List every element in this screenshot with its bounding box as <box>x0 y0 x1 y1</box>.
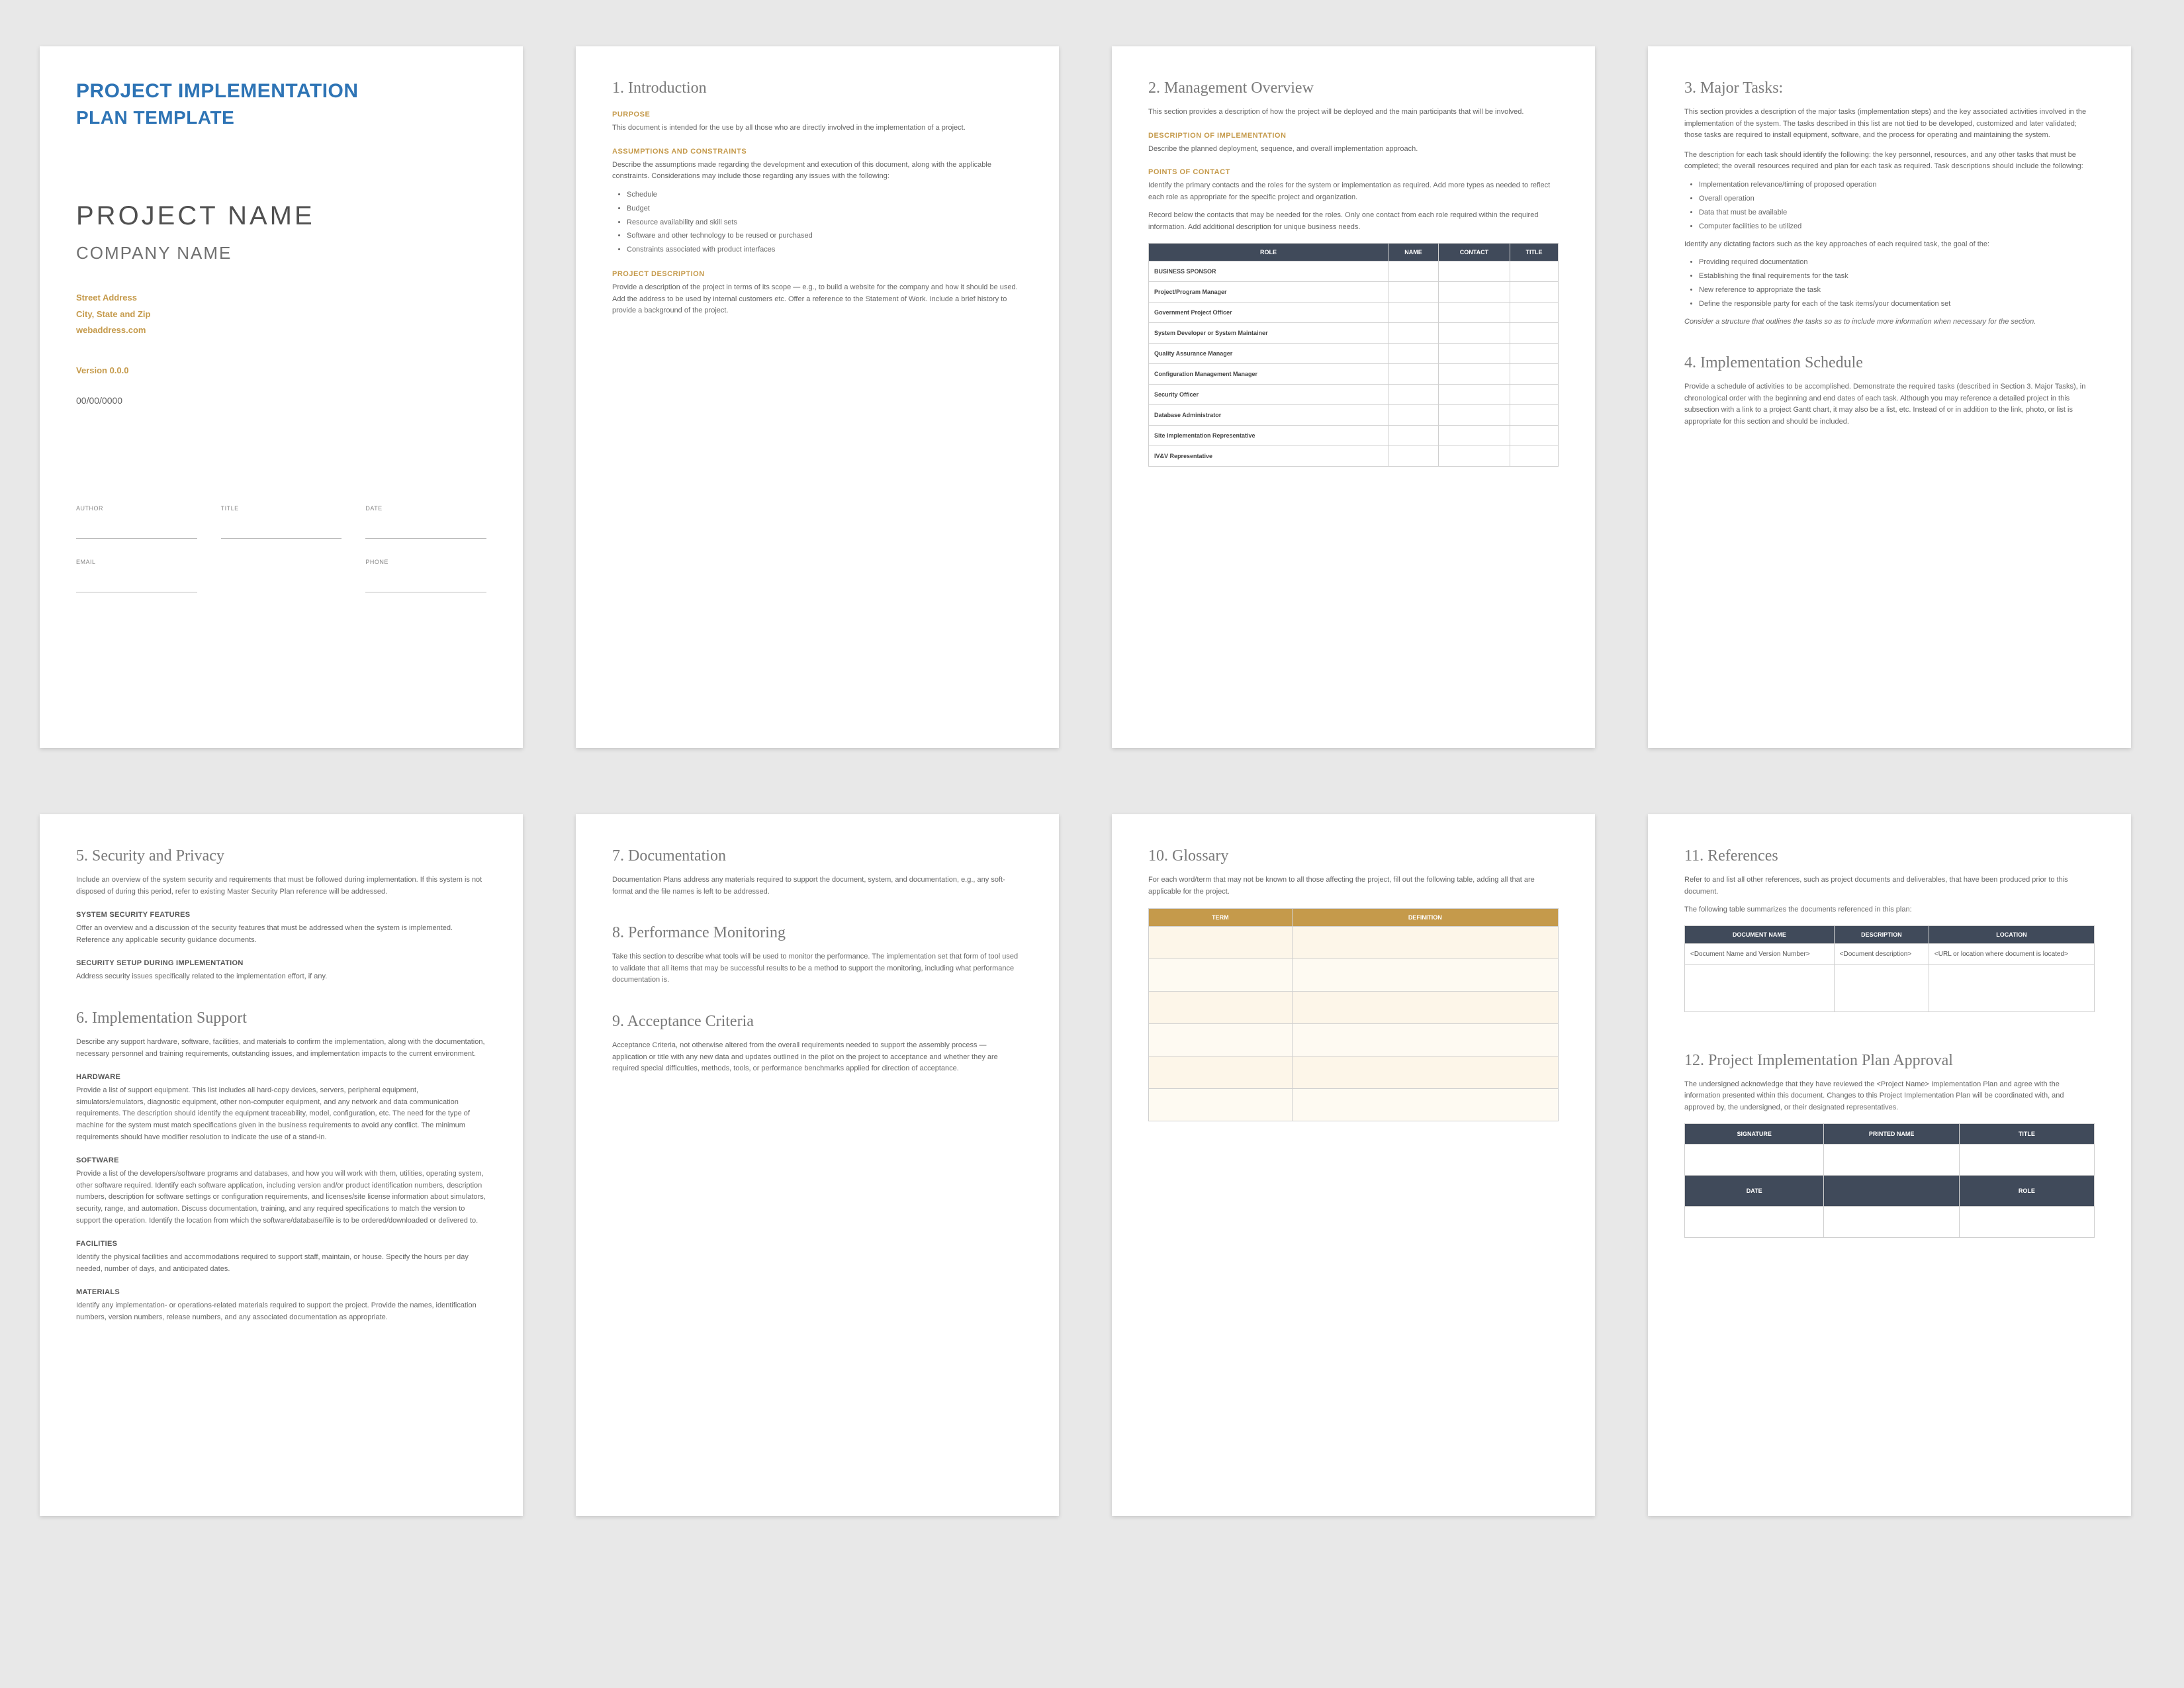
sec-during-text: Address security issues specifically rel… <box>76 971 486 983</box>
address-web: webaddress.com <box>76 322 486 339</box>
page-cover: PROJECT IMPLEMENTATION PLAN TEMPLATE PRO… <box>40 46 523 748</box>
section-6-heading: 6. Implementation Support <box>76 1009 486 1027</box>
page-security-support: 5. Security and Privacy Include an overv… <box>40 814 523 1516</box>
section-3-para2: The description for each task should ide… <box>1684 150 2095 173</box>
page-introduction: 1. Introduction PURPOSE This document is… <box>576 46 1059 748</box>
template-title-line1: PROJECT IMPLEMENTATION <box>76 79 486 103</box>
sig-author: AUTHOR <box>76 505 197 512</box>
impl-desc-heading: DESCRIPTION OF IMPLEMENTATION <box>1148 132 1559 140</box>
references-table: DOCUMENT NAME DESCRIPTION LOCATION <Docu… <box>1684 925 2095 1012</box>
section-8-body: Take this section to describe what tools… <box>612 951 1023 986</box>
facilities-heading: FACILITIES <box>76 1240 486 1248</box>
section-10-body: For each word/term that may not be known… <box>1148 874 1559 898</box>
section-10-heading: 10. Glossary <box>1148 847 1559 865</box>
section-3-list1: Implementation relevance/timing of propo… <box>1684 178 2095 234</box>
hardware-text: Provide a list of support equipment. Thi… <box>76 1085 486 1143</box>
materials-text: Identify any implementation- or operatio… <box>76 1300 486 1323</box>
section-3-end: Consider a structure that outlines the t… <box>1684 316 2095 328</box>
section-7-body: Documentation Plans address any material… <box>612 874 1023 898</box>
project-desc-text: Provide a description of the project in … <box>612 282 1023 317</box>
version-label: Version 0.0.0 <box>76 365 486 375</box>
assumptions-heading: ASSUMPTIONS AND CONSTRAINTS <box>612 148 1023 156</box>
glossary-table: TERM DEFINITION <box>1148 908 1559 1121</box>
section-7-heading: 7. Documentation <box>612 847 1023 865</box>
section-2-intro: This section provides a description of h… <box>1148 107 1559 118</box>
page-references-approval: 11. References Refer to and list all oth… <box>1648 814 2131 1516</box>
sig-date: DATE <box>365 505 486 512</box>
page-management-overview: 2. Management Overview This section prov… <box>1112 46 1595 748</box>
software-text: Provide a list of the developers/softwar… <box>76 1168 486 1227</box>
section-12-body: The undersigned acknowledge that they ha… <box>1684 1079 2095 1114</box>
poc-heading: POINTS OF CONTACT <box>1148 168 1559 176</box>
page-major-tasks: 3. Major Tasks: This section provides a … <box>1648 46 2131 748</box>
assumptions-list: Schedule Budget Resource availability an… <box>612 188 1023 257</box>
sig-title: TITLE <box>221 505 342 512</box>
section-9-body: Acceptance Criteria, not otherwise alter… <box>612 1040 1023 1075</box>
section-3-heading: 3. Major Tasks: <box>1684 79 2095 97</box>
page-glossary: 10. Glossary For each word/term that may… <box>1112 814 1595 1516</box>
purpose-heading: PURPOSE <box>612 111 1023 118</box>
address-block: Street Address City, State and Zip webad… <box>76 290 486 339</box>
materials-heading: MATERIALS <box>76 1288 486 1296</box>
section-11-body2: The following table summarizes the docum… <box>1684 904 2095 916</box>
section-12-heading: 12. Project Implementation Plan Approval <box>1684 1052 2095 1070</box>
template-title-line2: PLAN TEMPLATE <box>76 107 486 128</box>
section-8-heading: 8. Performance Monitoring <box>612 924 1023 942</box>
section-4-heading: 4. Implementation Schedule <box>1684 354 2095 372</box>
section-5-intro: Include an overview of the system securi… <box>76 874 486 898</box>
section-1-heading: 1. Introduction <box>612 79 1023 97</box>
section-9-heading: 9. Acceptance Criteria <box>612 1013 1023 1031</box>
assumptions-text: Describe the assumptions made regarding … <box>612 160 1023 183</box>
signature-row-1: AUTHOR TITLE DATE <box>76 505 486 539</box>
sig-phone: PHONE <box>365 559 486 565</box>
address-line2: City, State and Zip <box>76 306 486 323</box>
company-name: COMPANY NAME <box>76 243 486 263</box>
signature-row-2: EMAIL PHONE <box>76 559 486 592</box>
section-6-intro: Describe any support hardware, software,… <box>76 1037 486 1060</box>
section-4-body: Provide a schedule of activities to be a… <box>1684 381 2095 428</box>
approval-table: SIGNATURE PRINTED NAME TITLE DATE ROLE <box>1684 1123 2095 1238</box>
project-desc-heading: PROJECT DESCRIPTION <box>612 270 1023 278</box>
project-name: PROJECT NAME <box>76 201 486 231</box>
section-3-mid: Identify any dictating factors such as t… <box>1684 239 2095 251</box>
section-2-heading: 2. Management Overview <box>1148 79 1559 97</box>
page-docs-monitoring: 7. Documentation Documentation Plans add… <box>576 814 1059 1516</box>
poc-text: Identify the primary contacts and the ro… <box>1148 180 1559 203</box>
section-3-list2: Providing required documentation Establi… <box>1684 256 2095 311</box>
sec-features-text: Offer an overview and a discussion of th… <box>76 923 486 946</box>
impl-desc-text: Describe the planned deployment, sequenc… <box>1148 144 1559 156</box>
sig-email: EMAIL <box>76 559 197 565</box>
address-line1: Street Address <box>76 290 486 306</box>
section-5-heading: 5. Security and Privacy <box>76 847 486 865</box>
sec-during-heading: SECURITY SETUP DURING IMPLEMENTATION <box>76 959 486 967</box>
facilities-text: Identify the physical facilities and acc… <box>76 1252 486 1275</box>
section-11-heading: 11. References <box>1684 847 2095 865</box>
section-11-body1: Refer to and list all other references, … <box>1684 874 2095 898</box>
contacts-table: ROLE NAME CONTACT TITLE BUSINESS SPONSOR… <box>1148 243 1559 467</box>
date-label: 00/00/0000 <box>76 395 486 406</box>
sec-features-heading: SYSTEM SECURITY FEATURES <box>76 911 486 919</box>
hardware-heading: HARDWARE <box>76 1073 486 1081</box>
poc-below: Record below the contacts that may be ne… <box>1148 210 1559 233</box>
purpose-text: This document is intended for the use by… <box>612 122 1023 134</box>
section-3-intro: This section provides a description of t… <box>1684 107 2095 142</box>
software-heading: SOFTWARE <box>76 1156 486 1164</box>
